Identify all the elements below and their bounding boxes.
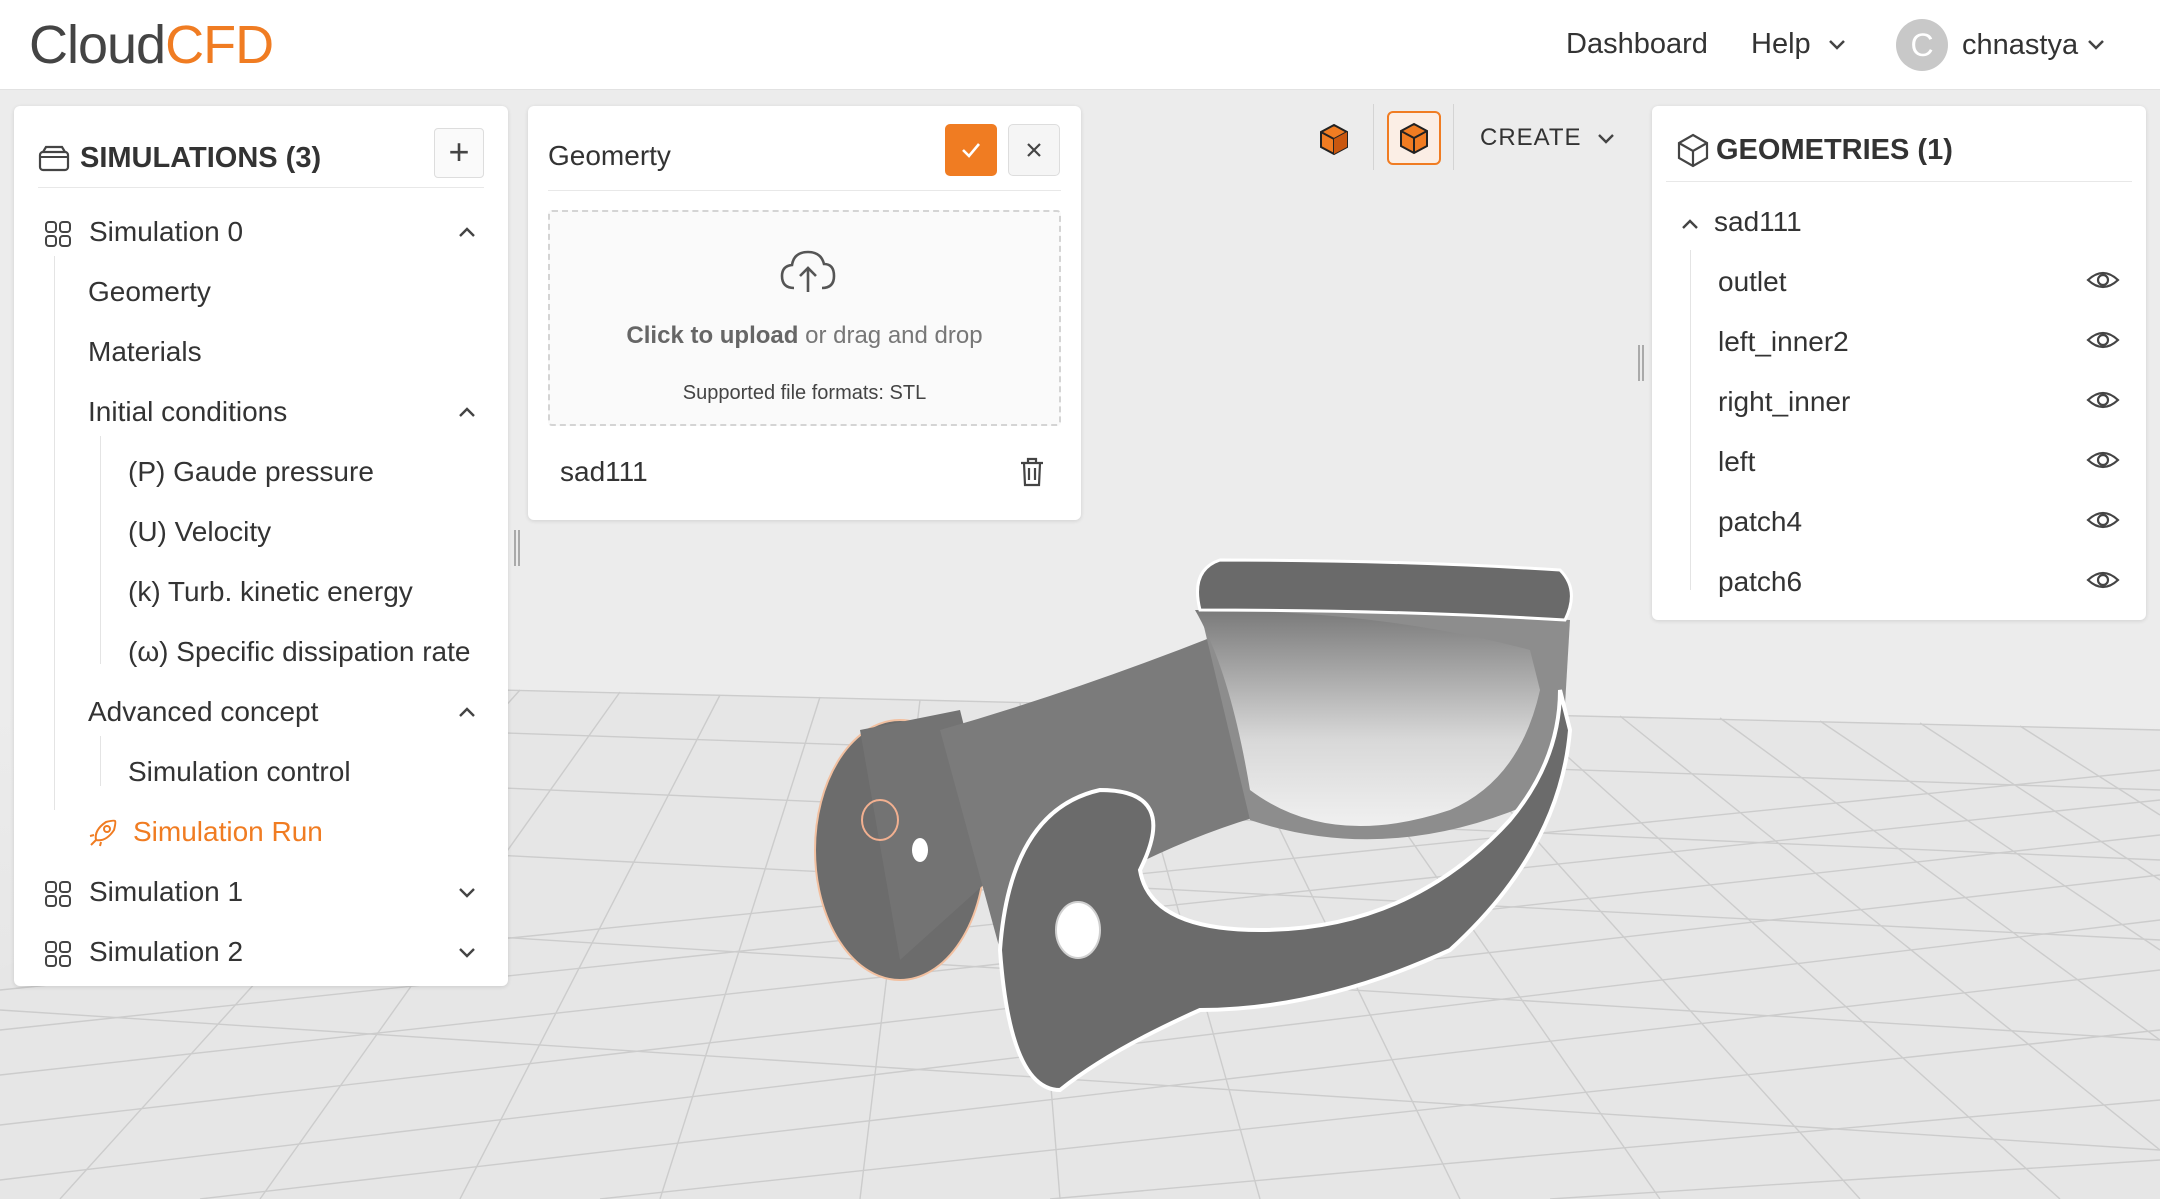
sidebar-item-label: Initial conditions bbox=[88, 396, 288, 427]
trash-icon[interactable] bbox=[1017, 456, 1047, 488]
sidebar-item-label: (U) Velocity bbox=[128, 516, 272, 547]
sidebar-item-initial-conditions[interactable]: Initial conditions bbox=[88, 392, 508, 432]
chevron-down-icon[interactable] bbox=[454, 879, 480, 905]
chevron-down-icon bbox=[2088, 40, 2104, 50]
grid-icon bbox=[45, 881, 71, 907]
chevron-up-icon bbox=[1682, 218, 1698, 229]
sidebar-item-label: (k) Turb. kinetic energy bbox=[128, 576, 413, 607]
logo-text-cloud: Cloud bbox=[29, 15, 166, 75]
sidebar-item-simulation-run[interactable]: Simulation Run bbox=[88, 812, 388, 852]
check-icon bbox=[962, 143, 980, 158]
cube-icon bbox=[1677, 133, 1709, 168]
sidebar-item-label: Simulation control bbox=[128, 756, 351, 787]
username-label: chnastya bbox=[1962, 28, 2079, 61]
eye-icon[interactable] bbox=[2086, 448, 2120, 472]
chevron-down-icon bbox=[1598, 133, 1615, 144]
sidebar-item-label: Simulation Run bbox=[133, 816, 323, 847]
toolbar-divider bbox=[1373, 104, 1374, 170]
add-simulation-button[interactable]: + bbox=[434, 128, 484, 178]
tree-guide-line bbox=[100, 736, 101, 786]
chevron-down-icon bbox=[1828, 40, 1845, 51]
sidebar-item-label: Geomerty bbox=[88, 276, 211, 307]
geometries-title: GEOMETRIES (1) bbox=[1716, 134, 1953, 166]
eye-icon[interactable] bbox=[2086, 328, 2120, 352]
tree-guide-line bbox=[54, 256, 55, 810]
view-mode-wireframe-button[interactable] bbox=[1387, 111, 1441, 165]
chevron-up-icon[interactable] bbox=[454, 399, 480, 425]
grid-icon bbox=[45, 221, 71, 247]
sidebar-item-label: Simulation 0 bbox=[89, 216, 244, 247]
app-logo[interactable]: CloudCFD bbox=[29, 14, 274, 76]
geometry-patch-left-inner2[interactable]: left_inner2 bbox=[1718, 326, 1849, 358]
sidebar-item-label: Simulation 2 bbox=[89, 936, 244, 967]
geometry-root-label: sad111 bbox=[1714, 206, 1802, 237]
geometry-patch-patch4[interactable]: patch4 bbox=[1718, 506, 1802, 538]
cloud-upload-icon bbox=[780, 250, 836, 292]
sidebar-item-advanced-concept[interactable]: Advanced concept bbox=[88, 692, 508, 732]
upload-link-text[interactable]: Click to upload bbox=[626, 322, 798, 349]
chevron-up-icon[interactable] bbox=[454, 219, 480, 245]
nav-dashboard-link[interactable]: Dashboard bbox=[1566, 26, 1708, 62]
eye-icon[interactable] bbox=[2086, 388, 2120, 412]
close-icon bbox=[1027, 143, 1041, 157]
tree-guide-line bbox=[100, 436, 101, 664]
logo-text-cfd: CFD bbox=[165, 15, 274, 75]
sidebar-item-label: (P) Gaude pressure bbox=[128, 456, 374, 487]
geometry-panel-title: Geomerty bbox=[548, 140, 671, 171]
nav-help-menu[interactable]: Help bbox=[1751, 26, 1847, 62]
geometry-patch-left[interactable]: left bbox=[1718, 446, 1755, 478]
upload-rest-text: or drag and drop bbox=[798, 322, 983, 349]
geometry-patch-right-inner[interactable]: right_inner bbox=[1718, 386, 1850, 418]
cube-outline-icon bbox=[1400, 122, 1428, 155]
create-dropdown[interactable]: CREATE bbox=[1480, 124, 1615, 152]
eye-icon[interactable] bbox=[2086, 268, 2120, 292]
sidebar-item-simulation-2[interactable]: Simulation 2 bbox=[44, 932, 508, 972]
avatar: C bbox=[1896, 19, 1948, 71]
chevron-down-icon[interactable] bbox=[454, 939, 480, 965]
sidebar-item-label: Advanced concept bbox=[88, 696, 319, 727]
close-button[interactable] bbox=[1008, 124, 1060, 176]
simulations-panel-header: SIMULATIONS (3) + bbox=[38, 124, 484, 188]
sidebar-item-simulation-0[interactable]: Simulation 0 bbox=[44, 212, 508, 252]
geometry-upload-panel: Geomerty Click to upload or drag and dro… bbox=[528, 106, 1081, 520]
app-header: CloudCFD Dashboard Help C chnastya bbox=[0, 0, 2160, 90]
supported-formats-text: Supported file formats: STL bbox=[682, 382, 927, 404]
uploaded-file-name: sad111 bbox=[560, 456, 648, 487]
user-menu[interactable]: C chnastya bbox=[1896, 18, 2106, 72]
rocket-icon bbox=[89, 819, 117, 847]
geometry-patch-patch6[interactable]: patch6 bbox=[1718, 566, 1802, 598]
eye-icon[interactable] bbox=[2086, 508, 2120, 532]
tree-guide-line bbox=[1690, 250, 1691, 590]
create-label: CREATE bbox=[1480, 124, 1582, 151]
geometries-panel: GEOMETRIES (1) sad111 outlet left_inner2… bbox=[1652, 106, 2146, 620]
upload-instructions: Click to upload or drag and drop bbox=[550, 322, 1059, 350]
simulations-panel: SIMULATIONS (3) + Simulation 0 Geomerty … bbox=[14, 106, 508, 986]
view-mode-solid-button[interactable] bbox=[1312, 117, 1356, 161]
geometries-panel-header: GEOMETRIES (1) bbox=[1666, 122, 2132, 182]
grid-icon bbox=[45, 941, 71, 967]
sidebar-item-label: Materials bbox=[88, 336, 202, 367]
divider bbox=[548, 190, 1061, 191]
chevron-up-icon[interactable] bbox=[454, 699, 480, 725]
right-panel-resize-handle[interactable] bbox=[1637, 345, 1645, 381]
simulations-title: SIMULATIONS (3) bbox=[80, 142, 322, 174]
sidebar-item-label: (ω) Specific dissipation rate bbox=[128, 636, 471, 667]
left-panel-resize-handle[interactable] bbox=[513, 530, 521, 566]
geometry-tree-root[interactable]: sad111 bbox=[1680, 206, 1802, 238]
cube-icon bbox=[1320, 123, 1348, 156]
toolbar-divider bbox=[1453, 104, 1454, 170]
nav-help-label: Help bbox=[1751, 28, 1811, 60]
confirm-button[interactable] bbox=[945, 124, 997, 176]
sidebar-item-simulation-1[interactable]: Simulation 1 bbox=[44, 872, 508, 912]
stack-icon bbox=[38, 145, 70, 172]
file-upload-dropzone[interactable]: Click to upload or drag and drop Support… bbox=[548, 210, 1061, 426]
geometry-patch-outlet[interactable]: outlet bbox=[1718, 266, 1787, 298]
eye-icon[interactable] bbox=[2086, 568, 2120, 592]
sidebar-item-label: Simulation 1 bbox=[89, 876, 244, 907]
